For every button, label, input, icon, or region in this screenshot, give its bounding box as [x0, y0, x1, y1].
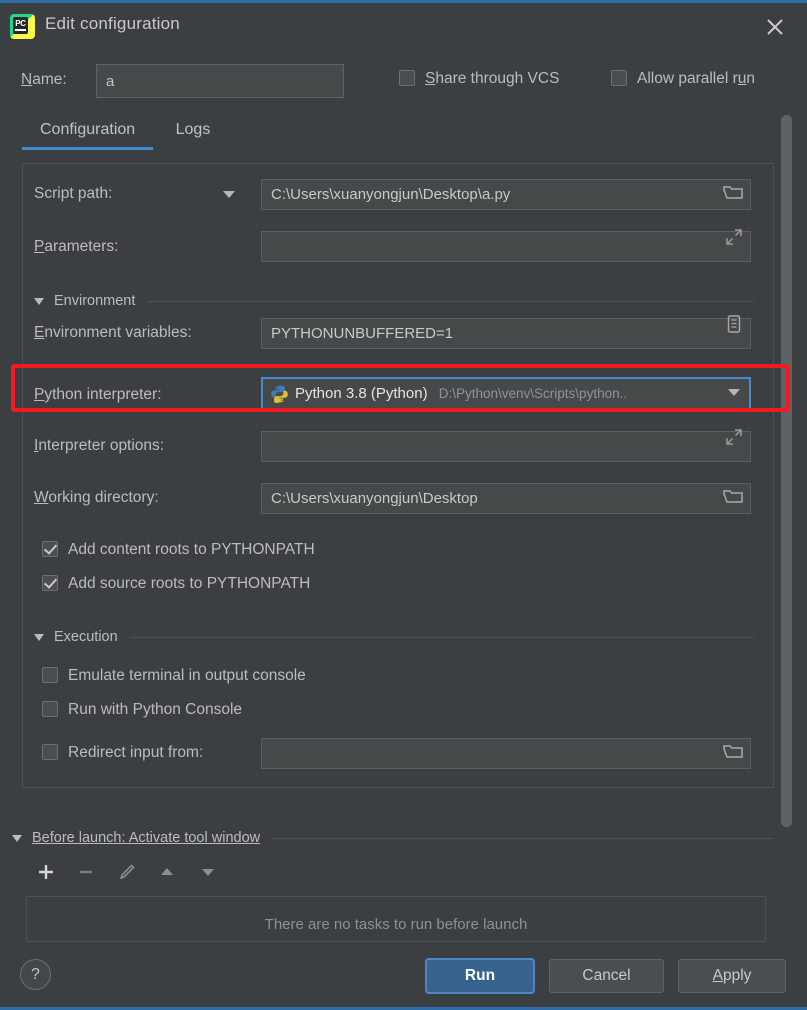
- section-divider: [129, 636, 754, 638]
- name-label: Name:: [21, 71, 67, 88]
- checkbox-box: [42, 744, 58, 760]
- add-content-roots-label: Add content roots to PYTHONPATH: [68, 541, 315, 558]
- working-directory-label: Working directory:: [34, 489, 159, 506]
- folder-icon[interactable]: [723, 184, 743, 204]
- add-content-roots-checkbox[interactable]: Add content roots to PYTHONPATH: [42, 541, 315, 559]
- environment-variables-input[interactable]: PYTHONUNBUFFERED=1: [261, 318, 751, 349]
- move-up-button[interactable]: [149, 862, 185, 888]
- triangle-down-icon[interactable]: [12, 834, 22, 842]
- name-input[interactable]: [96, 64, 344, 98]
- before-launch-section-header[interactable]: Before launch: Activate tool window: [12, 830, 774, 846]
- interpreter-options-label: Interpreter options:: [34, 437, 165, 454]
- environment-variables-label: Environment variables:: [34, 324, 192, 341]
- environment-section-title: Environment: [54, 293, 136, 309]
- run-button[interactable]: Run: [426, 959, 534, 993]
- environment-section-header[interactable]: Environment: [34, 293, 754, 309]
- script-path-label: Script path:: [34, 185, 113, 202]
- move-down-button[interactable]: [190, 862, 226, 888]
- run-with-python-console-label: Run with Python Console: [68, 701, 243, 718]
- execution-section-header[interactable]: Execution: [34, 629, 754, 645]
- tab-configuration[interactable]: Configuration: [22, 121, 154, 150]
- tab-logs[interactable]: Logs: [158, 121, 229, 150]
- folder-icon[interactable]: [723, 488, 743, 508]
- scrollbar-thumb[interactable]: [781, 115, 792, 827]
- interpreter-options-input[interactable]: [261, 431, 751, 462]
- tab-bar: Configuration Logs: [22, 121, 228, 150]
- title-bar: PC Edit configuration: [0, 3, 807, 47]
- configuration-panel: Script path: C:\Users\xuanyongjun\Deskto…: [22, 163, 774, 788]
- before-launch-task-list[interactable]: There are no tasks to run before launch: [26, 896, 766, 942]
- before-launch-toolbar: [28, 862, 226, 888]
- before-launch-empty-text: There are no tasks to run before launch: [264, 916, 528, 933]
- remove-button[interactable]: [68, 862, 104, 888]
- section-divider: [272, 837, 774, 839]
- checkbox-box: [42, 667, 58, 683]
- checkbox-box: [42, 575, 58, 591]
- allow-parallel-run-checkbox[interactable]: Allow parallel run: [611, 70, 755, 88]
- expand-icon[interactable]: [725, 428, 745, 448]
- add-button[interactable]: [28, 862, 64, 888]
- checkbox-box: [611, 70, 627, 86]
- list-edit-icon[interactable]: [727, 315, 747, 335]
- apply-button[interactable]: Apply: [678, 959, 786, 993]
- edit-configuration-dialog: PC Edit configuration Name: Share throug…: [0, 0, 807, 1010]
- before-launch-title: Before launch: Activate tool window: [32, 830, 261, 846]
- pycharm-logo-icon: PC: [10, 14, 35, 39]
- redirect-input-checkbox[interactable]: Redirect input from:: [42, 744, 203, 762]
- cancel-button[interactable]: Cancel: [549, 959, 664, 993]
- triangle-down-icon[interactable]: [34, 297, 44, 305]
- checkbox-box: [42, 701, 58, 717]
- chevron-down-icon[interactable]: [728, 389, 740, 396]
- parameters-input[interactable]: [261, 231, 751, 262]
- dialog-title: Edit configuration: [45, 14, 180, 33]
- python-interpreter-label: Python interpreter:: [34, 386, 162, 403]
- expand-icon[interactable]: [725, 228, 745, 248]
- triangle-down-icon[interactable]: [34, 633, 44, 641]
- execution-section-title: Execution: [54, 629, 118, 645]
- share-through-vcs-checkbox[interactable]: Share through VCS: [399, 70, 559, 88]
- working-directory-input[interactable]: C:\Users\xuanyongjun\Desktop: [261, 483, 751, 514]
- section-divider: [147, 300, 754, 302]
- pencil-icon[interactable]: [109, 862, 145, 888]
- help-button[interactable]: ?: [20, 959, 51, 990]
- content-scrollbar[interactable]: [781, 115, 792, 827]
- redirect-input-label: Redirect input from:: [68, 744, 204, 761]
- python-icon: [270, 384, 289, 403]
- chevron-down-icon[interactable]: [223, 191, 235, 198]
- run-with-python-console-checkbox[interactable]: Run with Python Console: [42, 701, 242, 719]
- python-interpreter-path: D:\Python\venv\Scripts\python..: [438, 386, 628, 401]
- add-source-roots-checkbox[interactable]: Add source roots to PYTHONPATH: [42, 575, 310, 593]
- script-path-input[interactable]: C:\Users\xuanyongjun\Desktop\a.py: [261, 179, 751, 210]
- redirect-input-field[interactable]: [261, 738, 751, 769]
- emulate-terminal-checkbox[interactable]: Emulate terminal in output console: [42, 667, 306, 685]
- python-interpreter-value: Python 3.8 (Python): [295, 385, 428, 402]
- add-source-roots-label: Add source roots to PYTHONPATH: [68, 575, 311, 592]
- python-interpreter-combo[interactable]: Python 3.8 (Python) D:\Python\venv\Scrip…: [261, 377, 751, 410]
- share-through-vcs-label: Share through VCS: [425, 70, 560, 87]
- checkbox-box: [399, 70, 415, 86]
- parameters-label: Parameters:: [34, 238, 119, 255]
- close-icon[interactable]: [763, 15, 787, 39]
- folder-icon[interactable]: [723, 743, 743, 763]
- checkbox-box: [42, 541, 58, 557]
- emulate-terminal-label: Emulate terminal in output console: [68, 667, 306, 684]
- allow-parallel-run-label: Allow parallel run: [637, 70, 756, 87]
